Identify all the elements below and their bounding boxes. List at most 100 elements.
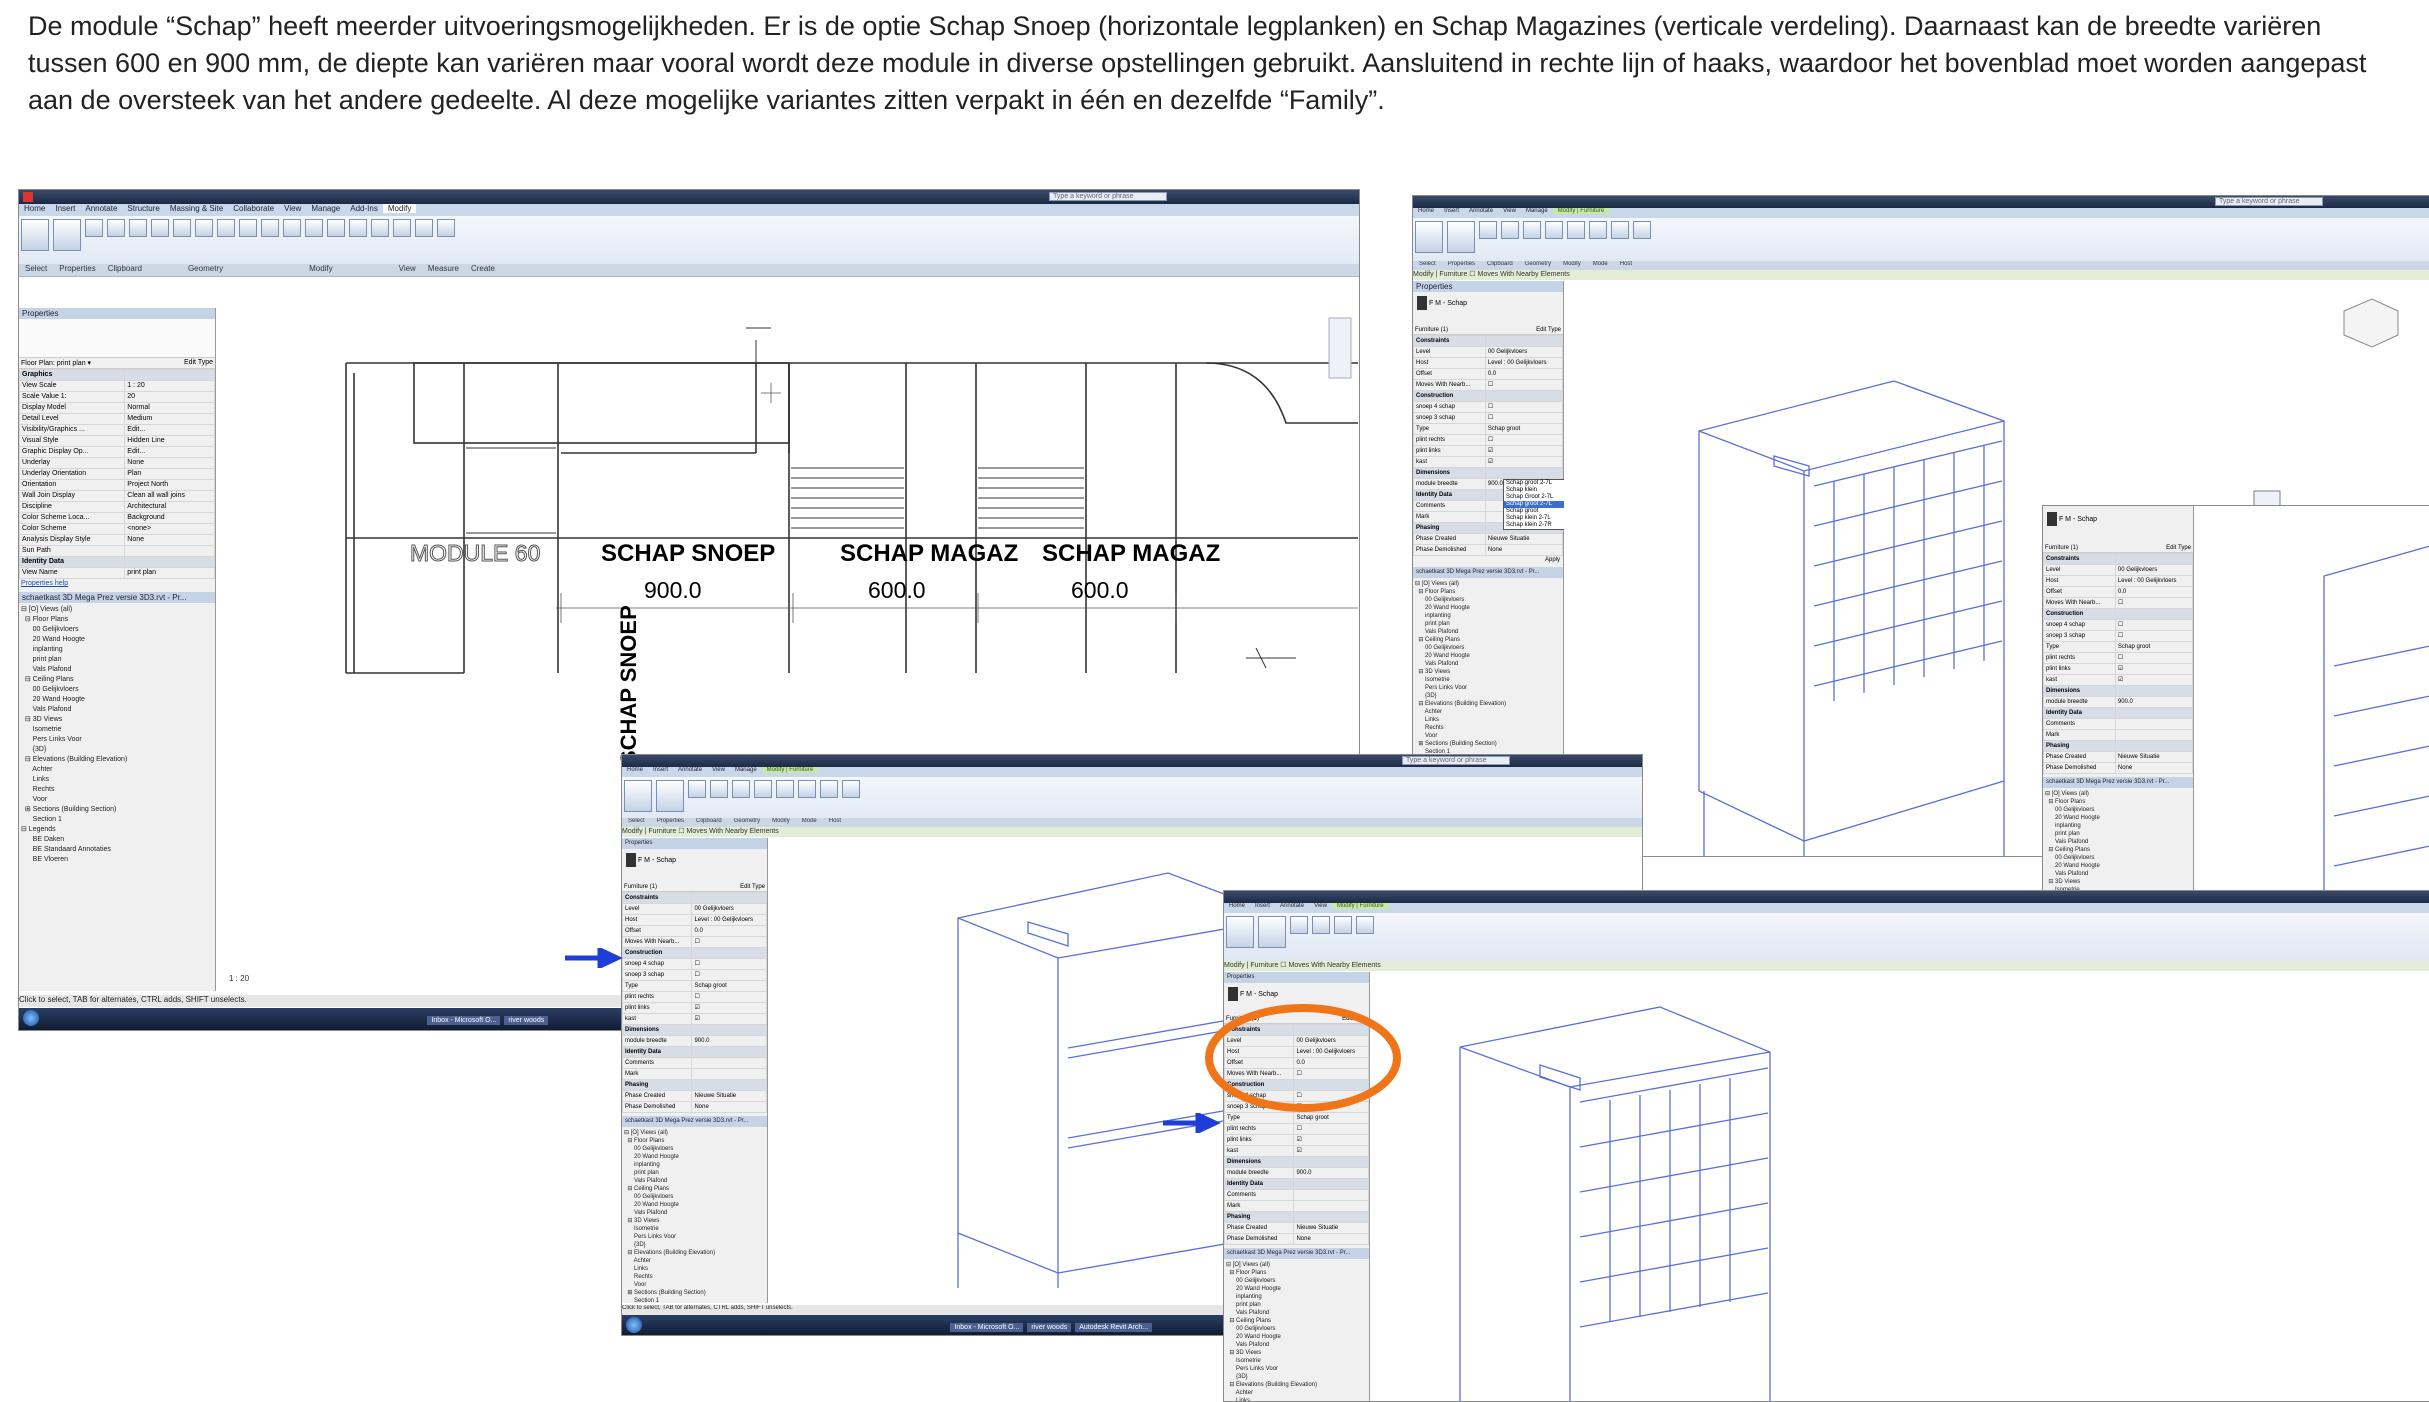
property-row[interactable]: Constraints: [2043, 553, 2193, 565]
property-value[interactable]: Edit...: [124, 446, 215, 458]
property-value[interactable]: 0.0: [2114, 586, 2193, 598]
property-value[interactable]: ☐: [691, 958, 767, 970]
property-row[interactable]: Graphic Display Op... Edit...: [19, 446, 215, 458]
offset-icon[interactable]: [173, 219, 191, 237]
property-value[interactable]: Schap groot: [1293, 1112, 1369, 1124]
browser-item[interactable]: ⊟ Floor Plans: [1415, 588, 1561, 596]
property-row[interactable]: kast ☑: [2043, 674, 2193, 686]
property-row[interactable]: Type Schap groot: [2043, 641, 2193, 653]
tab-structure[interactable]: Structure: [122, 204, 164, 213]
property-value[interactable]: [124, 369, 215, 381]
property-row[interactable]: Constraints: [1413, 335, 1563, 347]
browser-item[interactable]: Links: [21, 775, 213, 785]
property-value[interactable]: Hidden Line: [124, 435, 215, 447]
rotate-icon[interactable]: [754, 780, 772, 798]
browser-item[interactable]: ⊟ Ceiling Plans: [21, 675, 213, 685]
property-row[interactable]: Identity Data: [19, 556, 215, 568]
browser-item[interactable]: BE Daken: [21, 835, 213, 845]
dropdown-option[interactable]: Schap klein: [1504, 487, 1564, 494]
browser-item[interactable]: 20 Wand Hoogte: [2045, 862, 2191, 870]
paste-icon[interactable]: [85, 219, 103, 237]
browser-item[interactable]: Rechts: [21, 785, 213, 795]
property-row[interactable]: Type Schap groot: [1413, 423, 1563, 435]
browser-item[interactable]: ⊟ Floor Plans: [21, 615, 213, 625]
property-row[interactable]: Identity Data: [2043, 707, 2193, 719]
tab-view[interactable]: View: [707, 767, 730, 773]
property-value[interactable]: ☑: [691, 1002, 767, 1014]
browser-item[interactable]: Isometrie: [1226, 1357, 1367, 1365]
browser-item[interactable]: Pers Links Voor: [1415, 684, 1561, 692]
property-value[interactable]: ☐: [1484, 401, 1563, 413]
tab-view[interactable]: View: [1309, 903, 1332, 909]
property-value[interactable]: [2114, 707, 2193, 719]
browser-item[interactable]: 00 Gelijkvloers: [1226, 1277, 1367, 1285]
browser-item[interactable]: {3D}: [21, 745, 213, 755]
browser-item[interactable]: Links: [1415, 716, 1561, 724]
browser-item[interactable]: ⊟ 3D Views: [2045, 878, 2191, 886]
join-icon[interactable]: [129, 219, 147, 237]
cut-icon[interactable]: [107, 219, 125, 237]
copy-icon[interactable]: [1523, 221, 1541, 239]
instance-selector[interactable]: Furniture (1) Edit Type: [622, 883, 767, 892]
property-value[interactable]: ☑: [1293, 1134, 1369, 1146]
property-row[interactable]: Dimensions: [1224, 1156, 1369, 1168]
property-value[interactable]: Level : 00 Gelijkvloers: [691, 914, 767, 926]
property-row[interactable]: Color Scheme <none>: [19, 523, 215, 535]
create-group-icon[interactable]: [437, 219, 455, 237]
start-button[interactable]: [626, 1317, 642, 1333]
tab-home[interactable]: Home: [1224, 903, 1250, 909]
property-value[interactable]: None: [1484, 544, 1563, 556]
property-value[interactable]: [691, 1046, 767, 1058]
property-row[interactable]: snoep 4 schap ☐: [2043, 619, 2193, 631]
property-value[interactable]: Nieuwe Situatie: [1484, 533, 1563, 545]
browser-item[interactable]: 00 Gelijkvloers: [1226, 1325, 1367, 1333]
modify-tool-icon[interactable]: [1226, 916, 1254, 948]
taskbar-outlook[interactable]: Inbox - Microsoft O...: [427, 1016, 501, 1026]
browser-item[interactable]: Links: [624, 1265, 765, 1273]
properties-icon[interactable]: [1258, 916, 1286, 948]
tab-modify-furniture[interactable]: Modify | Furniture: [1331, 903, 1389, 909]
property-row[interactable]: module breedte 900.0: [622, 1035, 767, 1047]
browser-item[interactable]: Pers Links Voor: [1226, 1365, 1367, 1373]
move-icon[interactable]: [1290, 916, 1308, 934]
property-value[interactable]: None: [691, 1101, 767, 1113]
property-value[interactable]: [1484, 467, 1563, 479]
tab-collaborate[interactable]: Collaborate: [228, 204, 279, 213]
tab-insert[interactable]: Insert: [1439, 208, 1464, 214]
edit-family-icon[interactable]: [1356, 916, 1374, 934]
measure-icon[interactable]: [415, 219, 433, 237]
property-row[interactable]: Comments: [1224, 1189, 1369, 1201]
split-icon[interactable]: [305, 219, 323, 237]
dropdown-option[interactable]: Schap groot 2-7L: [1504, 480, 1564, 487]
property-value[interactable]: [691, 1068, 767, 1080]
project-browser-tree[interactable]: ⊟ [O] Views (all) ⊟ Floor Plans 00 Gelij…: [19, 603, 215, 867]
browser-item[interactable]: 20 Wand Hoogte: [1415, 604, 1561, 612]
property-value[interactable]: ☐: [2114, 619, 2193, 631]
property-value[interactable]: [2114, 729, 2193, 741]
property-row[interactable]: Mark: [622, 1068, 767, 1080]
tab-insert[interactable]: Insert: [1250, 903, 1275, 909]
property-row[interactable]: plint links ☑: [1413, 445, 1563, 457]
property-row[interactable]: Host Level : 00 Gelijkvloers: [622, 914, 767, 926]
array-icon[interactable]: [327, 219, 345, 237]
search-input[interactable]: Type a keyword or phrase: [2215, 197, 2323, 206]
browser-item[interactable]: ⊟ 3D Views: [1415, 668, 1561, 676]
property-row[interactable]: Construction: [622, 947, 767, 959]
browser-item[interactable]: Achter: [21, 765, 213, 775]
browser-item[interactable]: Vals Plafond: [21, 665, 213, 675]
move-icon[interactable]: [1501, 221, 1519, 239]
property-row[interactable]: Offset 0.0: [622, 925, 767, 937]
type-selector[interactable]: F M - Schap: [2043, 506, 2193, 544]
type-selector[interactable]: F M - Schap: [622, 849, 767, 883]
property-row[interactable]: plint links ☑: [1224, 1134, 1369, 1146]
property-row[interactable]: Phase Demolished None: [1224, 1233, 1369, 1245]
property-value[interactable]: 00 Gelijkvloers: [2114, 564, 2193, 576]
property-row[interactable]: snoep 3 schap ☐: [622, 969, 767, 981]
property-value[interactable]: [1484, 335, 1563, 347]
property-row[interactable]: Type Schap groot: [622, 980, 767, 992]
browser-item[interactable]: ⊟ 3D Views: [1226, 1349, 1367, 1357]
browser-item[interactable]: ⊟ [O] Views (all): [1226, 1261, 1367, 1269]
property-value[interactable]: Schap groot: [691, 980, 767, 992]
browser-item[interactable]: Pers Links Voor: [624, 1233, 765, 1241]
mirror-icon[interactable]: [776, 780, 794, 798]
